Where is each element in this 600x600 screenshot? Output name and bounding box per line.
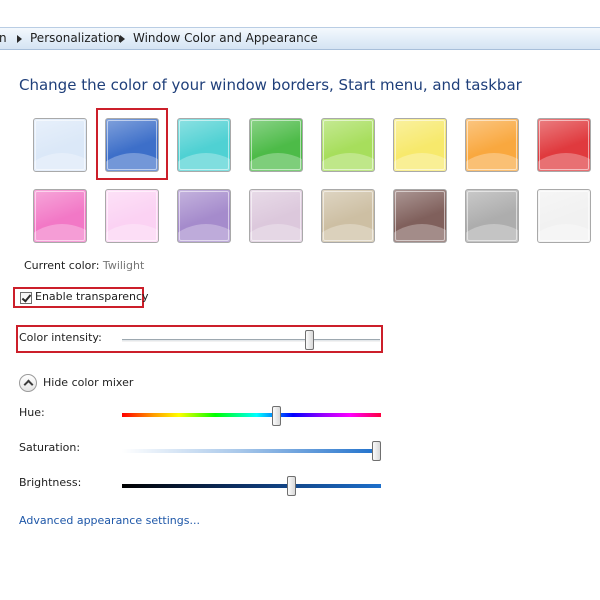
current-color-value: Twilight	[102, 259, 145, 272]
hue-label: Hue:	[19, 406, 45, 419]
color-intensity-slider-thumb[interactable]	[305, 330, 314, 350]
breadcrumb-item-window-color[interactable]: Window Color and Appearance	[133, 28, 318, 49]
color-swatch[interactable]	[537, 189, 591, 243]
swatch-inner-border	[35, 120, 85, 170]
color-swatch[interactable]	[177, 189, 231, 243]
saturation-slider-track[interactable]	[122, 449, 381, 453]
color-intensity-label: Color intensity:	[19, 331, 102, 344]
hide-color-mixer-button[interactable]	[19, 374, 37, 392]
hide-color-mixer-label[interactable]: Hide color mixer	[43, 376, 133, 389]
color-swatch[interactable]	[177, 118, 231, 172]
color-swatch[interactable]	[33, 118, 87, 172]
color-swatch[interactable]	[465, 118, 519, 172]
chevron-up-icon	[23, 379, 34, 390]
breadcrumb: n Personalization Window Color and Appea…	[0, 27, 600, 50]
swatch-inner-border	[251, 120, 301, 170]
color-intensity-track[interactable]	[122, 339, 380, 342]
saturation-slider-thumb[interactable]	[372, 441, 381, 461]
swatch-inner-border	[467, 191, 517, 241]
swatch-inner-border	[251, 191, 301, 241]
color-swatch[interactable]	[33, 189, 87, 243]
swatch-inner-border	[539, 120, 589, 170]
swatch-inner-border	[539, 191, 589, 241]
current-color-label: Current color:	[24, 259, 100, 272]
swatch-inner-border	[179, 191, 229, 241]
swatch-inner-border	[323, 120, 373, 170]
swatch-inner-border	[35, 191, 85, 241]
enable-transparency-checkbox[interactable]	[20, 292, 32, 304]
hue-slider-thumb[interactable]	[272, 406, 281, 426]
saturation-label: Saturation:	[19, 441, 81, 454]
current-color: Current color: Twilight	[24, 259, 144, 272]
chevron-right-icon[interactable]	[120, 35, 125, 43]
advanced-appearance-settings-link[interactable]: Advanced appearance settings...	[19, 514, 200, 527]
color-swatch[interactable]	[465, 189, 519, 243]
swatch-inner-border	[179, 120, 229, 170]
color-swatch[interactable]	[321, 118, 375, 172]
swatch-inner-border	[323, 191, 373, 241]
checkmark-icon	[21, 292, 32, 303]
color-swatch[interactable]	[537, 118, 591, 172]
color-swatch[interactable]	[249, 118, 303, 172]
color-swatch[interactable]	[321, 189, 375, 243]
breadcrumb-item-personalization[interactable]: Personalization	[30, 28, 121, 49]
brightness-slider-thumb[interactable]	[287, 476, 296, 496]
brightness-label: Brightness:	[19, 476, 82, 489]
chevron-right-icon[interactable]	[17, 35, 22, 43]
swatch-inner-border	[107, 191, 157, 241]
enable-transparency-label[interactable]: Enable transparency	[35, 290, 149, 303]
selected-swatch-highlight	[96, 108, 168, 180]
breadcrumb-item-parent[interactable]: n	[0, 28, 7, 49]
color-swatch[interactable]	[393, 118, 447, 172]
swatch-inner-border	[467, 120, 517, 170]
page-title: Change the color of your window borders,…	[19, 76, 522, 94]
brightness-slider-track[interactable]	[122, 484, 381, 488]
swatch-inner-border	[395, 120, 445, 170]
swatch-inner-border	[395, 191, 445, 241]
color-swatch[interactable]	[249, 189, 303, 243]
color-swatch[interactable]	[393, 189, 447, 243]
color-swatch[interactable]	[105, 189, 159, 243]
hue-slider-track[interactable]	[122, 413, 381, 417]
